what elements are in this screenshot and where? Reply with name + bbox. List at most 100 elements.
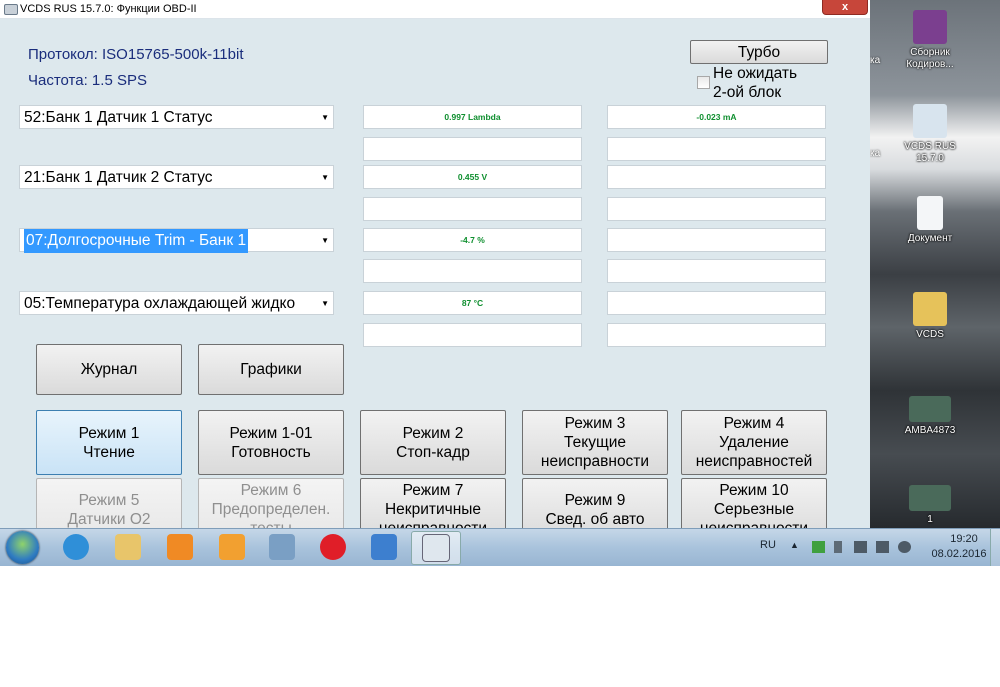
mode-label: тесты — [199, 519, 343, 528]
volume-icon[interactable] — [876, 541, 889, 553]
clock-time[interactable]: 19:20 — [944, 533, 984, 545]
checkbox-label-line1: Не ожидать — [713, 65, 798, 82]
taskbar-app[interactable] — [309, 531, 357, 563]
tray-expand-icon[interactable]: ▲ — [790, 540, 799, 550]
pid-1-value-1: 0.997 Lambda — [363, 105, 582, 129]
mode-label: Готовность — [231, 443, 311, 461]
pid-4-value-4 — [607, 323, 826, 347]
mode-label: неисправности — [540, 453, 650, 470]
no-wait-checkbox[interactable] — [697, 76, 710, 89]
protocol-label: Протокол: ISO15765-500k-11bit — [28, 46, 244, 63]
opera-icon — [320, 534, 346, 560]
mode-label: Некритичные — [384, 501, 482, 518]
desktop-icon-archive[interactable]: Сборник Кодиров... — [892, 10, 968, 71]
mode-label: Режим 1 — [78, 424, 140, 442]
chevron-down-icon: ▼ — [321, 113, 329, 122]
mode-10-button[interactable]: Режим 10 Серьезныенеисправности — [681, 478, 827, 528]
turbo-button[interactable]: Турбо — [690, 40, 828, 64]
pid-3-value-3 — [363, 259, 582, 283]
network-app-icon — [269, 534, 295, 560]
start-button[interactable] — [6, 531, 39, 564]
pid-select-1[interactable]: 52:Банк 1 Датчик 1 Статус ▼ — [19, 105, 334, 129]
desktop-icon-label: VCDS — [916, 329, 944, 340]
mode-label: Режим 10 — [719, 482, 789, 499]
graphs-button[interactable]: Графики — [198, 344, 344, 395]
taskbar-app[interactable] — [104, 531, 152, 563]
desktop-icon-label: Документ — [907, 233, 953, 244]
mode-2-button[interactable]: Режим 2 Стоп-кадр — [360, 410, 506, 475]
mode-9-button[interactable]: Режим 9 Свед. об авто — [522, 478, 668, 528]
mode-label: Чтение — [83, 443, 135, 461]
pid-4-value-1: 87 °C — [363, 291, 582, 315]
winrar-archive-icon — [913, 10, 947, 44]
tray-app-icon[interactable] — [812, 541, 825, 553]
chevron-down-icon: ▼ — [321, 173, 329, 182]
show-desktop-button[interactable] — [990, 529, 1000, 566]
pid-2-value-1: 0.455 V — [363, 165, 582, 189]
pid-select-3[interactable]: 07:Долгосрочные Trim - Банк 1 ▼ — [19, 228, 334, 253]
pid-3-value-2 — [607, 228, 826, 252]
mode-label: Серьезные — [713, 501, 795, 518]
app-icon — [4, 4, 18, 15]
taskbar-app-active[interactable] — [411, 531, 461, 565]
media-player-icon — [167, 534, 193, 560]
desktop-icon-label: 1 — [927, 514, 933, 525]
mode-label: Текущие — [564, 434, 626, 451]
battery-icon[interactable] — [834, 541, 842, 553]
desktop-edge-label: ка — [870, 148, 881, 159]
pid-select-value: 07:Долгосрочные Trim - Банк 1 — [24, 229, 249, 253]
mode-label: Стоп-кадр — [396, 443, 470, 461]
language-indicator[interactable]: RU — [760, 539, 776, 551]
mode-label: Удаление — [719, 434, 789, 451]
folder-icon — [913, 292, 947, 326]
mode-3-button[interactable]: Режим 3 Текущие неисправности — [522, 410, 668, 475]
mode-4-button[interactable]: Режим 4 Удаление неисправностей — [681, 410, 827, 475]
pid-4-value-3 — [363, 323, 582, 347]
pid-3-value-4 — [607, 259, 826, 283]
taskbar-app[interactable] — [208, 531, 256, 563]
pid-select-value: 21:Банк 1 Датчик 2 Статус — [24, 169, 213, 186]
flag-icon[interactable] — [854, 541, 867, 553]
pid-3-value-1: -4.7 % — [363, 228, 582, 252]
mode-label: Режим 6 — [240, 482, 302, 499]
mode-label: Режим 3 — [564, 415, 626, 432]
desktop-icon-video-amba[interactable]: AMBA4873 — [892, 396, 968, 437]
pid-select-4[interactable]: 05:Температура охлаждающей жидко ▼ — [19, 291, 334, 315]
mode-5-button[interactable]: Режим 5 Датчики O2 — [36, 478, 182, 528]
mode-1-01-button[interactable]: Режим 1-01 Готовность — [198, 410, 344, 475]
taskbar-app[interactable] — [360, 531, 408, 563]
pid-select-2[interactable]: 21:Банк 1 Датчик 2 Статус ▼ — [19, 165, 334, 189]
frequency-label: Частота: 1.5 SPS — [28, 72, 147, 89]
desktop-icon-document[interactable]: Документ — [892, 196, 968, 245]
taskbar-app[interactable] — [156, 531, 204, 563]
desktop-icon-label: VCDS RUS 15.7.0 — [904, 141, 956, 164]
pid-1-value-3 — [363, 137, 582, 161]
close-button[interactable]: x — [822, 0, 868, 15]
file-explorer-icon — [115, 534, 141, 560]
checkbox-label-line2: 2-ой блок — [713, 84, 782, 101]
document-icon — [917, 196, 943, 230]
desktop-background: ка ка Сборник Кодиров... VCDS RUS 15.7.0… — [870, 0, 1000, 528]
journal-button[interactable]: Журнал — [36, 344, 182, 395]
title-bar[interactable]: VCDS RUS 15.7.0: Функции OBD-II x — [0, 0, 870, 19]
taskbar-app[interactable] — [52, 531, 100, 563]
mode-label: неисправности — [682, 519, 826, 528]
window-title: VCDS RUS 15.7.0: Функции OBD-II — [20, 3, 197, 15]
mode-7-button[interactable]: Режим 7 Некритичныенеисправности — [360, 478, 506, 528]
mode-6-button[interactable]: Режим 6 Предопределен.тесты — [198, 478, 344, 528]
desktop-icon-vcds-folder[interactable]: VCDS — [892, 292, 968, 341]
mode-1-button[interactable]: Режим 1 Чтение — [36, 410, 182, 475]
video-file-icon — [909, 485, 951, 511]
mode-label: неисправности — [361, 519, 505, 528]
mode-label: Режим 2 — [402, 424, 464, 442]
mode-label: Свед. об авто — [545, 511, 645, 528]
network-icon[interactable] — [898, 541, 911, 553]
taskbar-app[interactable] — [258, 531, 306, 563]
vcds-app-icon — [422, 534, 450, 562]
desktop-icon-label: Сборник Кодиров... — [906, 47, 954, 70]
desktop-icon-video-1[interactable]: 1 — [892, 485, 968, 526]
clock-date[interactable]: 08.02.2016 — [926, 548, 992, 560]
desktop-icon-vcds-shortcut[interactable]: VCDS RUS 15.7.0 — [892, 104, 968, 165]
no-wait-checkbox-label: Не ожидать 2-ой блок — [713, 64, 797, 102]
mode-label: Режим 4 — [723, 415, 785, 432]
